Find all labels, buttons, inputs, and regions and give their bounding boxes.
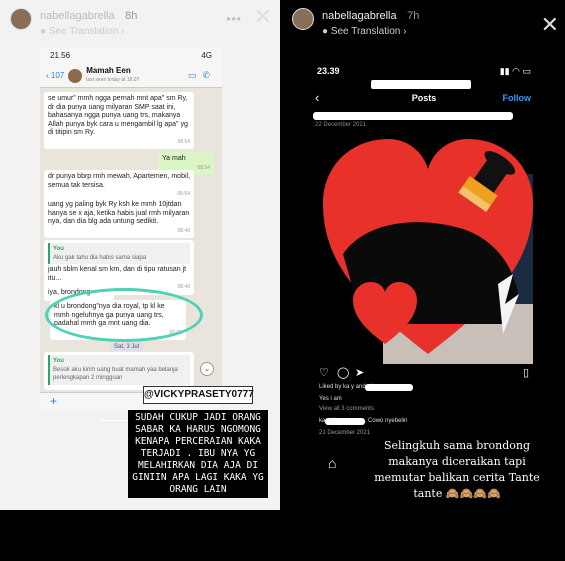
profile-avatar[interactable] (292, 8, 314, 30)
quoted-message: You Aku gak tahu dia habis sama siapa (48, 243, 190, 264)
follow-button[interactable]: Follow (503, 93, 532, 103)
date-chip: Sat, 3 Jul (110, 343, 144, 351)
story-username[interactable]: nabellagabrella (322, 10, 397, 22)
story-caption: Selingkuh sama brondong makanya diceraik… (374, 439, 540, 500)
redaction-scribble (313, 112, 513, 120)
view-all-comments-link[interactable]: View all 3 comments (319, 406, 374, 412)
quoted-message: You Besok aku kirim uang buat mamah yaa … (48, 355, 190, 385)
chat-bubble-reply: You Besok aku kirim uang buat mamah yaa … (44, 352, 194, 390)
story-header: nabellagabrella 8h ● See Translation › •… (0, 0, 280, 56)
ig-nav-bar: ‹ Posts Follow (309, 88, 539, 108)
chat-bubble: se umur" mmh ngga pernah mnt apa" sm Ry,… (44, 92, 194, 149)
redaction-scribble (325, 418, 365, 425)
left-story: 21.56 4G ‹ 107 Mamah Een last seen today… (0, 0, 280, 510)
chat-back-count: 107 (50, 71, 65, 80)
chat-bubble: uang yg paling byk Ry ksh ke mmh 10jtdan… (44, 198, 194, 238)
chat-avatar[interactable] (68, 68, 83, 83)
video-call-icon[interactable]: ▭ (188, 70, 203, 80)
like-icon[interactable]: ♡ (319, 366, 329, 379)
message-text: jauh sblm kenal sm km, dan di tipu ratus… (48, 266, 187, 282)
comment-icon[interactable]: ◯ (337, 366, 349, 379)
quote-text: Besok aku kirim uang buat mamah yaa bela… (53, 366, 178, 382)
share-icon[interactable]: ➤ (355, 366, 364, 379)
profile-avatar[interactable] (10, 8, 32, 30)
message-text: se umur" mmh ngga pernah mnt apa" sm Ry,… (48, 95, 188, 136)
quote-text: Aku gak tahu dia habis sama siapa (53, 254, 147, 261)
message-time: 08.49 (177, 227, 190, 234)
close-icon[interactable]: ✕ (541, 14, 559, 36)
post-caption: Yes i am (319, 396, 342, 402)
story-time: 8h (125, 10, 138, 22)
caption-pointer-line (100, 420, 128, 421)
message-text: dr punya bbrp rmh mewah, Apartemen, mobi… (48, 173, 191, 189)
phone-icon[interactable]: ✆ (202, 70, 216, 80)
comment-date: 21 December 2021 (319, 430, 371, 436)
quote-author: You (53, 358, 64, 364)
plus-icon[interactable]: + (50, 394, 57, 408)
story-time: 7h (407, 10, 420, 22)
see-translation-link[interactable]: ● See Translation › (322, 26, 406, 37)
instagram-screenshot: 23.39 ▮▮ ◠ ▭ ‹ Posts Follow 22 December … (309, 62, 539, 442)
see-translation-link[interactable]: ● See Translation › (40, 26, 124, 37)
chat-last-seen: last seen today at 18.07 (86, 77, 140, 83)
highlight-circle (45, 288, 203, 342)
chat-header: ‹ 107 Mamah Een last seen today at 18.07… (40, 64, 222, 88)
home-icon[interactable]: ⌂ (328, 455, 336, 471)
quote-author: You (53, 246, 64, 252)
chat-contact-name[interactable]: Mamah Een (86, 66, 130, 75)
redaction-scribble (365, 384, 413, 391)
story-caption: SUDAH CUKUP JADI ORANG SABAR KA HARUS NG… (132, 412, 264, 495)
story-username[interactable]: nabellagabrella (40, 10, 115, 22)
ig-status-icons: ▮▮ ◠ ▭ (499, 65, 531, 76)
chat-bubble: dr punya bbrp rmh mewah, Apartemen, mobi… (44, 170, 194, 202)
post-image[interactable] (323, 134, 533, 364)
more-options-icon[interactable]: ••• (226, 12, 242, 26)
story-header: nabellagabrella 7h ● See Translation › ✕ (282, 0, 565, 56)
message-text: Ya mah (162, 155, 186, 162)
mention-sticker[interactable]: @VICKYPRASETY0777 (143, 386, 254, 404)
save-icon[interactable]: ▯ (523, 366, 529, 379)
ig-status-time: 23.39 (317, 66, 340, 76)
chat-back-button[interactable]: ‹ 107 (46, 71, 64, 80)
close-icon[interactable]: ✕ (254, 6, 272, 28)
message-time: 08.54 (177, 138, 190, 145)
ig-action-bar: ♡ ◯ ➤ ▯ (319, 366, 529, 380)
story-comparison: 21.56 4G ‹ 107 Mamah Een last seen today… (0, 0, 565, 561)
whatsapp-screenshot: 21.56 4G ‹ 107 Mamah Een last seen today… (40, 48, 222, 410)
ig-status-bar: 23.39 ▮▮ ◠ ▭ (309, 62, 539, 80)
post-date: 22 December 2021 (315, 122, 367, 128)
right-story: nabellagabrella 7h ● See Translation › ✕… (282, 0, 565, 510)
message-text: uang yg paling byk Ry ksh ke mmh 10jtdan… (48, 201, 190, 225)
scroll-down-icon[interactable]: ⌄ (200, 362, 214, 376)
